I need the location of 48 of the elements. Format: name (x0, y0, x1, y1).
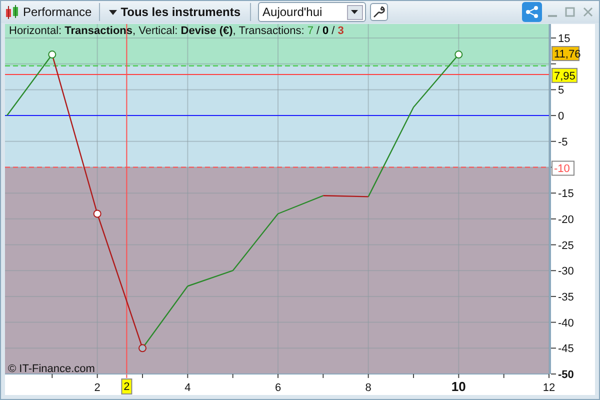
transaction-count: 3 (338, 25, 344, 37)
view-title: Performance (23, 5, 92, 19)
y-tick-label: -5 (558, 136, 568, 148)
y-tick-label: -40 (558, 317, 574, 330)
y-tick-label: -45 (558, 343, 574, 356)
candlestick-icon (5, 5, 19, 19)
close-button[interactable] (581, 7, 595, 17)
trade-marker (138, 344, 146, 352)
y-tick-label: 0 (558, 110, 564, 123)
x-tick-label: 2 (94, 382, 100, 394)
x-tick-label: 6 (274, 382, 282, 394)
instruments-dropdown[interactable]: Tous les instruments (106, 5, 243, 19)
period-value: Aujourd'hui (262, 5, 322, 19)
trade-marker (48, 50, 56, 59)
maximize-icon (565, 7, 575, 17)
copyright-text: © IT-Finance.com (8, 363, 95, 375)
caret-icon (108, 10, 117, 14)
maximize-button[interactable] (563, 7, 577, 17)
count-separator: / (316, 25, 320, 37)
cursor-tag: 2 (121, 378, 132, 394)
transaction-count: 0 (322, 25, 329, 37)
transaction-count: 7 (307, 25, 314, 37)
y-tick-label: 15 (558, 33, 570, 45)
caret-icon (351, 10, 358, 14)
minimize-icon (548, 15, 557, 17)
count-separator: / (332, 25, 335, 37)
y-tick-label: -35 (558, 291, 574, 304)
y-tick-label: 5 (558, 84, 564, 97)
trade-marker (93, 210, 102, 218)
x-tick-label: 8 (365, 382, 372, 394)
y-tick-label: -15 (558, 188, 574, 200)
y-tick-label: -20 (558, 214, 574, 226)
x-tick-label: 4 (184, 382, 191, 394)
y-tick-label: -50 (558, 369, 574, 381)
wrench-icon (372, 6, 385, 18)
wrench-button[interactable] (370, 3, 388, 21)
ref-line-label: -10 (554, 163, 570, 176)
close-icon (583, 7, 593, 17)
trade-marker (454, 50, 463, 59)
y-tick-label: -25 (558, 240, 574, 252)
share-button[interactable] (522, 2, 542, 22)
x-tick-label: 10 (451, 379, 466, 394)
x-tick-label: 12 (542, 382, 556, 394)
y-tick-label: -30 (558, 266, 574, 278)
value-tag: -10 (552, 160, 574, 176)
period-select[interactable]: Aujourd'hui (258, 2, 366, 22)
share-icon (526, 6, 538, 18)
value-tag: 7,95 (552, 68, 578, 83)
